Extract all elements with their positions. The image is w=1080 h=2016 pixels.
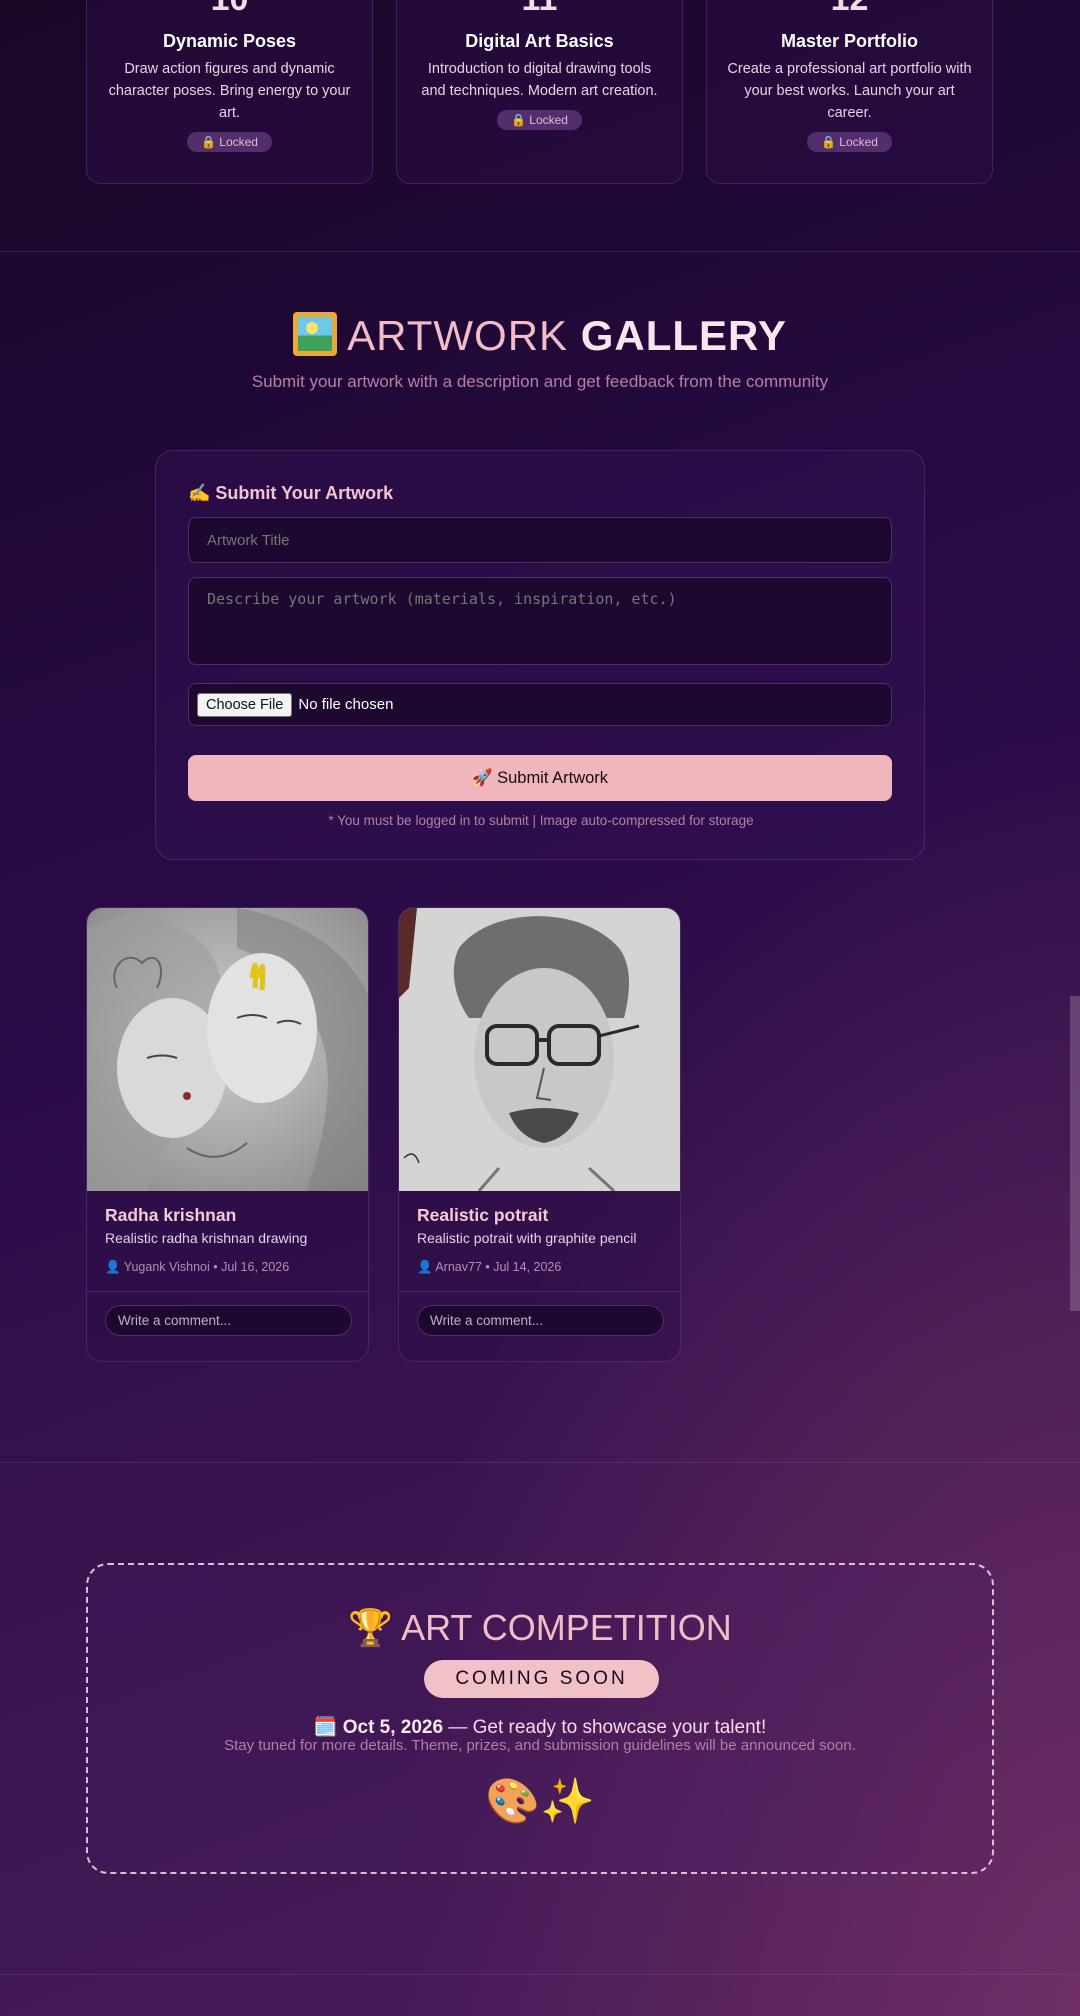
competition-date-value: Oct 5, 2026 — [342, 1717, 444, 1738]
comment-input[interactable]: Write a comment... — [105, 1305, 352, 1336]
card-divider — [87, 1291, 368, 1292]
section-divider — [0, 1974, 1080, 1975]
artwork-meta: 👤 Yugank Vishnoi • Jul 16, 2026 — [105, 1260, 290, 1274]
calendar-icon: 🗓️ — [313, 1717, 338, 1738]
lesson-description: Create a professional art portfolio with… — [727, 61, 972, 121]
artwork-image[interactable] — [399, 908, 680, 1191]
lesson-title: Master Portfolio — [780, 31, 918, 51]
competition-title: 🏆 ART COMPETITION — [88, 1607, 992, 1649]
art-competition-panel: 🏆 ART COMPETITION COMING SOON 🗓️ Oct 5, … — [86, 1563, 994, 1874]
gallery-title-word: GALLERY — [580, 312, 787, 359]
lesson-title: Digital Art Basics — [465, 31, 614, 51]
lesson-card[interactable]: 12 Master Portfolio Create a professiona… — [706, 0, 993, 184]
artwork-meta: 👤 Arnav77 • Jul 14, 2026 — [417, 1260, 562, 1274]
competition-date: 🗓️ Oct 5, 2026 — Get ready to showcase y… — [88, 1715, 992, 1739]
comment-input[interactable]: Write a comment... — [417, 1305, 664, 1336]
artwork-card[interactable]: Realistic potrait Realistic potrait with… — [398, 907, 681, 1362]
lesson-description: Introduction to digital drawing tools an… — [421, 61, 658, 99]
lesson-card[interactable]: 11 Digital Art Basics Introduction to di… — [396, 0, 683, 184]
trophy-icon: 🏆 — [348, 1607, 394, 1648]
lesson-cards: 10 Dynamic Poses Draw action figures and… — [86, 0, 994, 184]
section-divider — [0, 251, 1080, 252]
artwork-title: Radha krishnan — [105, 1205, 237, 1225]
artwork-description-input[interactable] — [188, 577, 892, 665]
gallery-title-word: ARTWORK — [347, 312, 569, 359]
lesson-number: 10 — [105, 0, 354, 31]
locked-badge: 🔒 Locked — [807, 132, 892, 152]
coming-soon-badge: COMING SOON — [424, 1660, 659, 1698]
submit-note: * You must be logged in to submit | Imag… — [328, 813, 754, 828]
file-status: No file chosen — [298, 696, 394, 713]
gallery-title: ARTWORK GALLERY — [0, 312, 1080, 360]
competition-detail: Stay tuned for more details. Theme, priz… — [224, 1737, 856, 1754]
lesson-number: 11 — [415, 0, 664, 31]
gallery-subtitle: Submit your artwork with a description a… — [251, 372, 829, 391]
lesson-number: 12 — [725, 0, 974, 31]
artwork-title: Realistic potrait — [417, 1205, 549, 1225]
scrollbar-thumb[interactable] — [1070, 996, 1080, 1311]
artwork-title-input[interactable] — [188, 517, 892, 563]
competition-title-text: ART COMPETITION — [401, 1607, 732, 1648]
lesson-description: Draw action figures and dynamic characte… — [108, 61, 351, 121]
lesson-title: Dynamic Poses — [162, 31, 297, 51]
locked-badge: 🔒 Locked — [497, 110, 582, 130]
artwork-description: Realistic potrait with graphite pencil — [417, 1230, 637, 1246]
framed-picture-icon — [293, 312, 338, 356]
artwork-description: Realistic radha krishnan drawing — [105, 1230, 308, 1246]
submit-heading: ✍️ Submit Your Artwork — [188, 483, 394, 503]
competition-tagline: — Get ready to showcase your talent! — [443, 1717, 767, 1738]
submit-artwork-button[interactable]: 🚀 Submit Artwork — [188, 755, 892, 801]
file-upload-field: Choose File No file chosen — [188, 683, 892, 726]
artwork-image[interactable] — [87, 908, 368, 1191]
card-divider — [399, 1291, 680, 1292]
palette-sparkles-icon: 🎨✨ — [485, 1777, 595, 1826]
lesson-card[interactable]: 10 Dynamic Poses Draw action figures and… — [86, 0, 373, 184]
locked-badge: 🔒 Locked — [187, 132, 272, 152]
artwork-card[interactable]: Radha krishnan Realistic radha krishnan … — [86, 907, 369, 1362]
section-divider — [0, 1462, 1080, 1463]
choose-file-button[interactable]: Choose File — [197, 692, 293, 717]
submit-artwork-panel: ✍️ Submit Your Artwork Choose File No fi… — [155, 450, 925, 860]
